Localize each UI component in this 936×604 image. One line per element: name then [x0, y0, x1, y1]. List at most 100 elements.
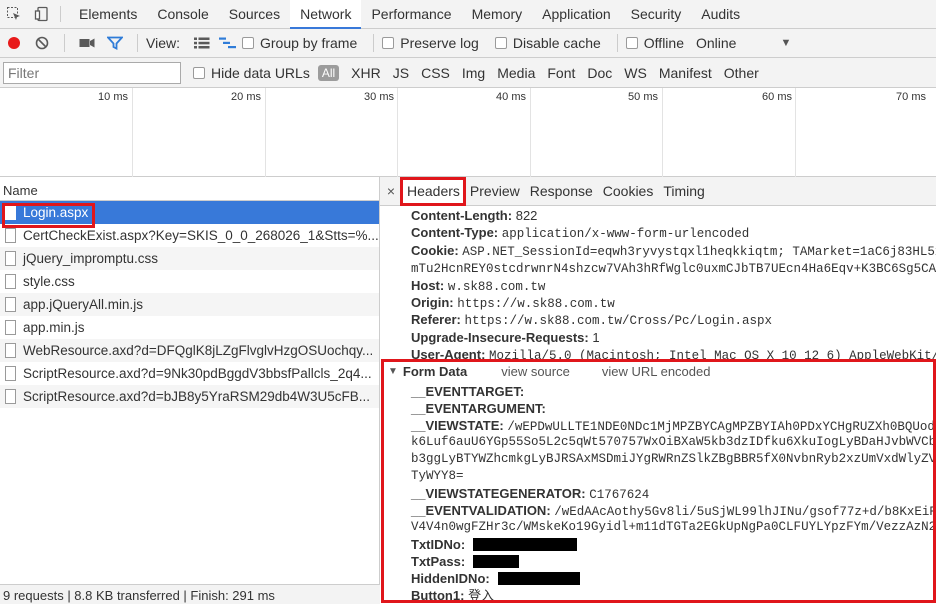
header-name: User-Agent: [411, 347, 486, 363]
header-value: w.sk88.com.tw [447, 279, 546, 294]
checkbox-box[interactable] [382, 37, 395, 49]
request-row[interactable]: WebResource.axd?d=DFQglK8jLZgFlvglvHzgOS… [0, 339, 379, 362]
offline-checkbox[interactable]: Offline [625, 35, 684, 51]
checkbox-box[interactable] [241, 37, 254, 49]
form-data-title: Form Data [402, 363, 468, 379]
view-url-encoded-link[interactable]: view URL encoded [602, 364, 711, 379]
tab-memory[interactable]: Memory [462, 0, 533, 28]
header-value: mTu2HcnREY0stcdrwnrN4shzcw7VAh3hRfWglc0u… [411, 262, 936, 277]
inspect-element-icon[interactable] [0, 0, 28, 28]
large-rows-icon[interactable] [190, 37, 214, 49]
request-row[interactable]: jQuery_impromptu.css [0, 247, 379, 270]
tab-sources[interactable]: Sources [219, 0, 290, 28]
header-value: ASP.NET_SessionId=eqwh3ryvystqxl1heqkkiq… [462, 244, 936, 259]
form-field-value: C1767624 [589, 488, 650, 502]
filter-css-button[interactable]: CSS [421, 65, 450, 81]
timeline-gridline [397, 88, 398, 177]
filter-ws-button[interactable]: WS [624, 65, 647, 81]
screenshot-camera-icon[interactable] [73, 37, 101, 49]
offline-label: Offline [643, 35, 684, 51]
filter-manifest-button[interactable]: Manifest [659, 65, 712, 81]
form-field-name: __VIEWSTATEGENERATOR: [411, 486, 586, 501]
request-row[interactable]: app.min.js [0, 316, 379, 339]
form-field-name: HiddenIDNo: [411, 571, 490, 586]
form-data-header[interactable]: ▼ Form Data view source view URL encoded [380, 361, 936, 381]
record-icon[interactable] [0, 36, 28, 50]
request-name: WebResource.axd?d=DFQglK8jLZgFlvglvHzgOS… [23, 343, 374, 358]
document-file-icon [5, 228, 16, 243]
filter-input[interactable] [3, 61, 181, 84]
form-field-value: 登入 [468, 588, 495, 603]
request-detail-pane: × Headers Preview Response Cookies Timin… [380, 177, 936, 604]
filter-all-button[interactable]: All [317, 64, 340, 81]
network-toolbar: View: Group by frame Preserve log Disabl… [0, 29, 936, 58]
tab-network[interactable]: Network [290, 0, 362, 29]
timeline-gridline [662, 88, 663, 177]
filter-img-button[interactable]: Img [462, 65, 485, 81]
hide-data-urls-label: Hide data URLs [211, 64, 310, 81]
timeline-gridline [795, 88, 796, 177]
group-by-frame-checkbox[interactable]: Group by frame [241, 35, 358, 51]
request-row[interactable]: CertCheckExist.aspx?Key=SKIS_0_0_268026_… [0, 224, 379, 247]
timeline-overview[interactable]: 10 ms 20 ms 30 ms 40 ms 50 ms 60 ms 70 m… [0, 88, 936, 177]
tab-audits[interactable]: Audits [691, 0, 750, 28]
checkbox-box[interactable] [625, 37, 638, 49]
request-name: CertCheckExist.aspx?Key=SKIS_0_0_268026_… [23, 228, 379, 243]
form-field-name: __VIEWSTATE: [411, 418, 504, 433]
request-row[interactable]: style.css [0, 270, 379, 293]
throttling-select[interactable]: Online [696, 35, 736, 51]
document-file-icon [5, 274, 16, 289]
chevron-down-icon[interactable]: ▼ [780, 37, 791, 49]
request-headers-list: Content-Length: 822 Content-Type: applic… [380, 206, 936, 364]
preserve-log-checkbox[interactable]: Preserve log [382, 35, 479, 51]
request-row[interactable]: ScriptResource.axd?d=9Nk30pdBggdV3bbsfPa… [0, 362, 379, 385]
filter-font-button[interactable]: Font [547, 65, 575, 81]
tab-elements[interactable]: Elements [69, 0, 147, 28]
filter-other-button[interactable]: Other [724, 65, 759, 81]
filter-funnel-icon[interactable] [101, 36, 129, 50]
request-row[interactable]: Login.aspx [0, 201, 379, 224]
form-field-row: __VIEWSTATE: /wEPDwULLTE1NDE0NDc1MjMPZBY… [380, 417, 936, 434]
form-data-section: ▼ Form Data view source view URL encoded… [380, 361, 936, 604]
request-name: jQuery_impromptu.css [23, 251, 159, 266]
view-source-link[interactable]: view source [501, 364, 570, 379]
filter-doc-button[interactable]: Doc [587, 65, 612, 81]
tab-cookies[interactable]: Cookies [598, 183, 659, 199]
tab-console[interactable]: Console [147, 0, 218, 28]
form-field-value-continued: TyWYY8= [411, 469, 464, 483]
request-name: app.min.js [23, 320, 85, 335]
tab-performance[interactable]: Performance [361, 0, 461, 28]
header-name: Content-Length: [411, 208, 513, 223]
filter-media-button[interactable]: Media [497, 65, 535, 81]
waterfall-icon[interactable] [214, 37, 242, 49]
hide-data-urls-checkbox[interactable]: Hide data URLs [193, 65, 310, 81]
close-icon[interactable]: × [380, 183, 402, 199]
clear-icon[interactable] [28, 36, 56, 50]
tab-response[interactable]: Response [525, 183, 598, 199]
checkbox-box[interactable] [494, 37, 507, 49]
timeline-tick-label: 50 ms [628, 91, 658, 103]
timeline-gridline [132, 88, 133, 177]
group-by-frame-label: Group by frame [259, 35, 358, 51]
document-file-icon [5, 389, 16, 404]
tab-timing[interactable]: Timing [658, 183, 710, 199]
view-label: View: [146, 35, 180, 51]
tab-headers[interactable]: Headers [402, 177, 465, 206]
header-name: Host: [411, 277, 445, 293]
triangle-down-icon[interactable]: ▼ [388, 366, 398, 377]
disable-cache-checkbox[interactable]: Disable cache [494, 35, 601, 51]
timeline-tick-label: 10 ms [98, 91, 128, 103]
filter-js-button[interactable]: JS [393, 65, 409, 81]
request-row[interactable]: ScriptResource.axd?d=bJB8y5YraRSM29db4W3… [0, 385, 379, 408]
form-field-row: TxtPass: [380, 553, 936, 570]
name-column-header[interactable]: Name [0, 177, 379, 201]
tab-preview[interactable]: Preview [465, 183, 525, 199]
filter-xhr-button[interactable]: XHR [351, 65, 381, 81]
request-row[interactable]: app.jQueryAll.min.js [0, 293, 379, 316]
device-toolbar-icon[interactable] [28, 0, 56, 28]
tab-security[interactable]: Security [621, 0, 692, 28]
header-row: Content-Length: 822 [380, 207, 936, 224]
request-name: Login.aspx [23, 205, 89, 220]
tab-application[interactable]: Application [532, 0, 621, 28]
checkbox-box[interactable] [193, 66, 205, 79]
